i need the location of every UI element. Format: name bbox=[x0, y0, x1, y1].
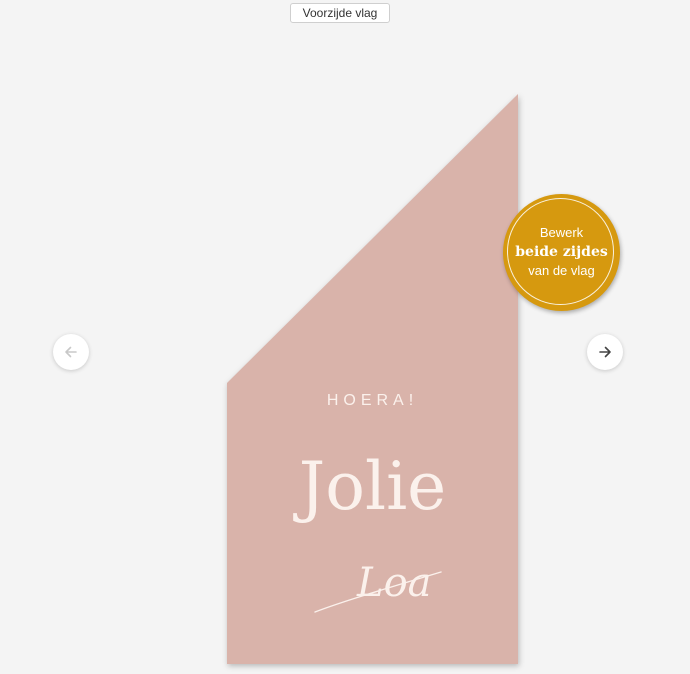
flag-front: HOERA! Jolie Loa bbox=[227, 94, 518, 664]
flag-name-main: Jolie bbox=[298, 448, 447, 525]
edit-both-sides-badge[interactable]: Bewerk beide zijdes van de vlag bbox=[503, 194, 620, 311]
flag-heading: HOERA! bbox=[326, 392, 419, 409]
badge-line-2: beide zijdes bbox=[515, 244, 608, 260]
flag-preview-stage: Voorzijde vlag HOERA! Jolie Loa Bewerk b… bbox=[0, 0, 690, 674]
arrow-right-icon bbox=[598, 345, 612, 359]
badge-text: Bewerk beide zijdes van de vlag bbox=[503, 224, 620, 280]
flag-side-label[interactable]: Voorzijde vlag bbox=[290, 3, 390, 23]
flag-name-script: Loa bbox=[314, 560, 442, 613]
badge-line-3: van de vlag bbox=[528, 263, 595, 278]
arrow-left-icon bbox=[64, 345, 78, 359]
flag-name-script-text: Loa bbox=[356, 560, 432, 606]
next-button[interactable] bbox=[587, 334, 623, 370]
previous-button[interactable] bbox=[53, 334, 89, 370]
badge-line-1: Bewerk bbox=[539, 225, 584, 240]
